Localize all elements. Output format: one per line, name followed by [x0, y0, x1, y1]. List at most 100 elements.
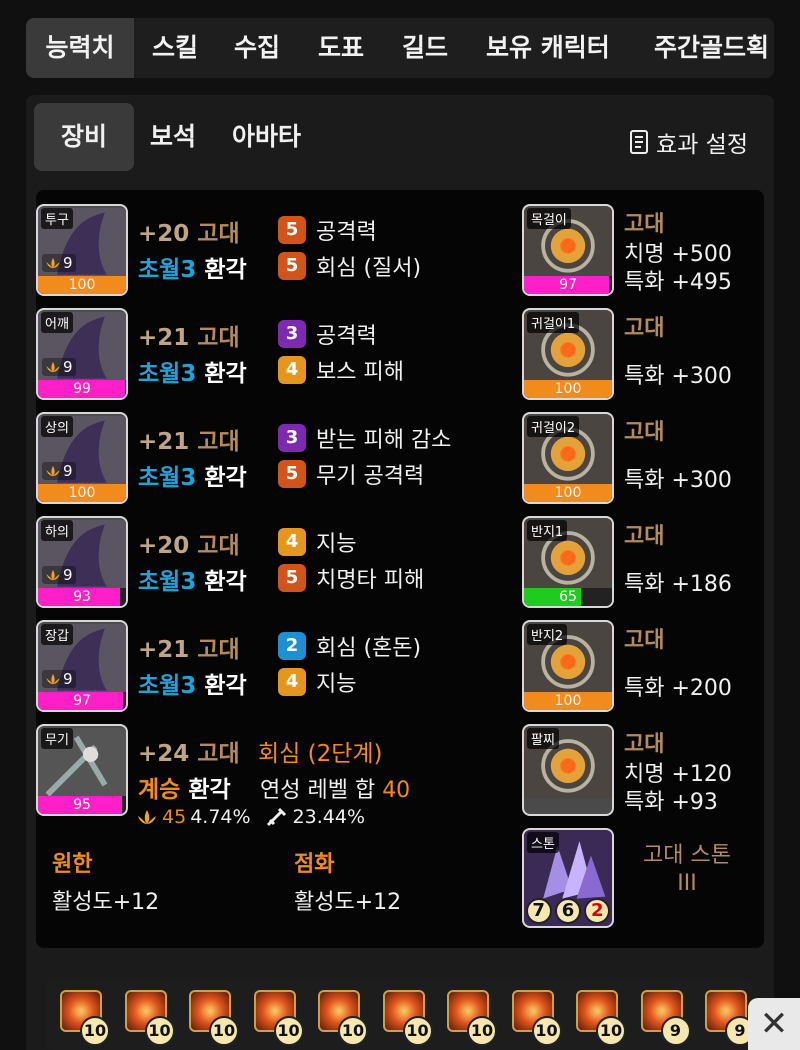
engraving-left-value: 활성도+12 [52, 890, 160, 915]
equipment-refine: +20 [138, 533, 190, 559]
equipment-icon[interactable]: 상의 9 100 [36, 412, 128, 504]
gem-slot[interactable]: 10 [570, 988, 626, 1046]
equipment-level: 9 [42, 670, 76, 688]
engraving-left-title: 원한 [52, 852, 93, 877]
equipment-transcend: 초월3 [138, 465, 197, 491]
gem-strip: 10 10 10 10 10 10 10 10 10 9 9 [46, 980, 755, 1050]
lotus-icon [46, 673, 60, 685]
equipment-icon[interactable]: 하의 9 93 [36, 516, 128, 608]
gem-slot[interactable]: 9 [635, 988, 691, 1046]
gem-slot[interactable]: 10 [183, 988, 239, 1046]
equipment-icon[interactable]: 어깨 9 99 [36, 308, 128, 400]
equipment-tier: 고대 [197, 221, 240, 247]
equipment-advance: 환각 [204, 257, 247, 283]
equipment-tier: 고대 [197, 637, 240, 663]
elixir-sum-label: 연성 레벨 합 [260, 778, 376, 803]
accessory-stat: 특화 +300 [624, 364, 732, 389]
gem-slot[interactable]: 10 [54, 988, 110, 1046]
effect-setting-button[interactable]: 효과 설정 [630, 125, 748, 159]
equipment-advance: 환각 [204, 569, 247, 595]
option-label: 무기 공격력 [316, 464, 425, 489]
stone-values: 7 6 2 [524, 898, 612, 924]
lotus-icon [46, 361, 60, 373]
gem-slot[interactable]: 10 [248, 988, 304, 1046]
quality-bar: 97 [524, 276, 612, 294]
equipment-title-row: +21 고대 [138, 422, 240, 456]
gem-slot[interactable]: 10 [506, 988, 562, 1046]
equipment-transcend: 초월3 [138, 257, 197, 283]
equipment-level-value: 9 [63, 566, 73, 584]
gem-level: 10 [338, 1016, 368, 1046]
gem-slot[interactable]: 9 [699, 988, 755, 1046]
accessory-stat: 특화 +93 [624, 790, 718, 815]
accessory-slot-label: 귀걸이2 [527, 416, 580, 437]
equipment-option-1: 2 회심 (혼돈) [278, 630, 421, 662]
stone-name-line1: 고대 스톤 [643, 843, 731, 868]
equipment-option-1: 4 지능 [278, 526, 356, 558]
equipment-slot-label: 상의 [41, 416, 73, 437]
tab-chart[interactable]: 도표 [318, 18, 364, 78]
stone-icon[interactable]: 스톤 7 6 2 [522, 828, 614, 928]
gem-slot[interactable]: 10 [312, 988, 368, 1046]
equipment-icon[interactable]: 투구 9 100 [36, 204, 128, 296]
accessory-tier: 고대 [624, 420, 665, 445]
tab-guild[interactable]: 길드 [402, 18, 448, 78]
gem-slot[interactable]: 10 [377, 988, 433, 1046]
subtab-equipment[interactable]: 장비 [34, 103, 134, 171]
equipment-slot-label: 어깨 [41, 312, 73, 333]
stone-value-1: 7 [525, 898, 552, 924]
accessory-icon[interactable]: 반지1 65 [522, 516, 614, 608]
quality-value: 100 [554, 381, 582, 397]
equipment-level: 9 [42, 254, 76, 272]
accessory-icon[interactable]: 귀걸이1 100 [522, 308, 614, 400]
equipment-advance-row: 초월3 환각 [138, 458, 247, 492]
gem-slot[interactable]: 10 [119, 988, 175, 1046]
accessory-tier: 고대 [624, 732, 665, 757]
subtab-gems[interactable]: 보석 [150, 103, 196, 171]
document-icon [630, 130, 649, 154]
weapon-slot-label: 무기 [41, 728, 73, 749]
weapon-icon[interactable]: 무기 95 [36, 724, 128, 816]
effect-setting-label: 효과 설정 [656, 132, 748, 158]
accessory-icon[interactable]: 귀걸이2 100 [522, 412, 614, 504]
tab-skills[interactable]: 스킬 [152, 18, 198, 78]
quality-value: 100 [68, 277, 96, 293]
equipment-option-2: 5 회심 (질서) [278, 250, 421, 282]
stone-value-3: 2 [584, 898, 611, 924]
quality-value: 99 [73, 381, 91, 397]
subtab-avatar[interactable]: 아바타 [232, 103, 301, 171]
option-label: 치명타 피해 [316, 568, 425, 593]
option-grade-badge: 4 [278, 528, 306, 556]
equipment-refine: +21 [138, 637, 190, 663]
accessory-tier: 고대 [624, 628, 665, 653]
weapon-tier: 고대 [197, 741, 240, 767]
equipment-advance-row: 초월3 환각 [138, 562, 247, 596]
accessory-icon[interactable]: 반지2 100 [522, 620, 614, 712]
weapon-quality-bar: 95 [38, 796, 126, 814]
equipment-icon[interactable]: 장갑 9 97 [36, 620, 128, 712]
stone-value-2: 6 [554, 898, 581, 924]
gem-level: 10 [531, 1016, 562, 1046]
weapon-refine: +24 [138, 741, 190, 767]
tab-weekly-gold[interactable]: 주간골드획 [654, 18, 769, 78]
option-grade-badge: 5 [278, 460, 306, 488]
equipment-level-value: 9 [63, 670, 73, 688]
weapon-quality-value: 95 [73, 797, 91, 813]
option-grade-badge: 4 [278, 668, 306, 696]
accessory-tier: 고대 [624, 212, 665, 237]
gem-slot[interactable]: 10 [441, 988, 497, 1046]
tab-owned-characters[interactable]: 보유 캐릭터 [486, 18, 610, 78]
gem-level: 10 [467, 1016, 497, 1046]
close-button[interactable]: ✕ [748, 998, 800, 1050]
accessory-icon[interactable]: 목걸이 97 [522, 204, 614, 296]
quality-bar: 100 [524, 380, 612, 398]
tab-stats[interactable]: 능력치 [26, 18, 134, 78]
tab-collection[interactable]: 수집 [234, 18, 280, 78]
accessory-slot-label: 반지1 [527, 520, 568, 541]
option-grade-badge: 3 [278, 320, 306, 348]
quality-value: 100 [554, 693, 582, 709]
equipment-area: 투구 9 100 +20 고대 초월3 환각 5 공격력 5 회심 (질서) 어… [36, 190, 764, 948]
option-label: 받는 피해 감소 [316, 428, 452, 453]
quality-bar: 100 [38, 484, 126, 502]
accessory-icon[interactable]: 팔찌 [522, 724, 614, 816]
